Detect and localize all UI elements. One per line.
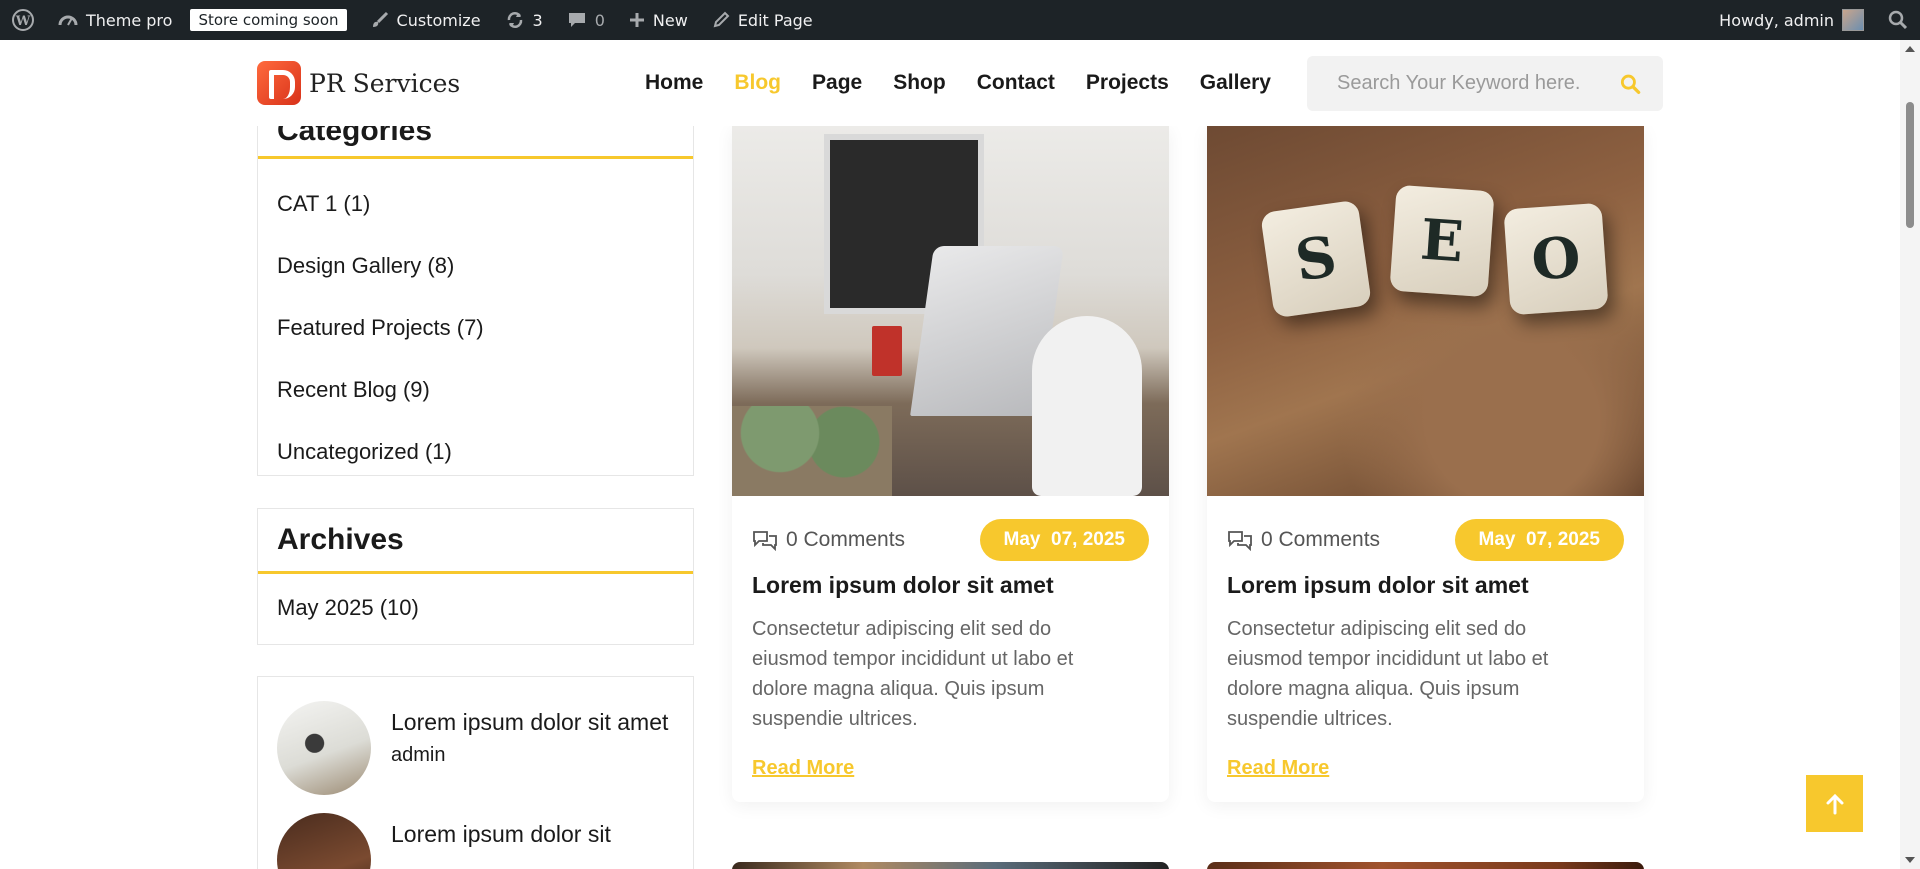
main-nav: Home Blog Page Shop Contact Projects Gal…: [645, 40, 1271, 126]
customize-label: Customize: [396, 10, 481, 30]
scrabble-tile: E: [1389, 184, 1495, 298]
chair-shape: [1032, 316, 1142, 496]
nav-home[interactable]: Home: [645, 71, 703, 95]
search-input[interactable]: [1337, 72, 1621, 95]
updates-count: 3: [532, 10, 543, 30]
updates-icon: [507, 12, 522, 28]
comments-icon: [753, 531, 777, 551]
comments-icon: [1228, 531, 1252, 551]
post-title[interactable]: Lorem ipsum dolor sit amet: [1227, 572, 1529, 599]
logo-mark-icon: [257, 61, 301, 105]
greeting-label: Howdy, admin: [1719, 10, 1834, 30]
category-link[interactable]: Featured Projects (7): [277, 297, 674, 359]
blog-post-card: 0 Comments May 07, 2025 Lorem ipsum dolo…: [732, 126, 1169, 802]
search-box: [1307, 56, 1663, 111]
categories-list: CAT 1 (1) Design Gallery (8) Featured Pr…: [258, 159, 693, 483]
scroll-up-arrow-icon[interactable]: [1905, 46, 1915, 52]
blog-post-card: S E O 0 Comments May 07, 2025 Lorem ipsu…: [1207, 126, 1644, 802]
category-link[interactable]: CAT 1 (1): [277, 173, 674, 235]
recent-post-thumbnail[interactable]: [277, 701, 371, 795]
post-image-peek[interactable]: [732, 862, 1169, 869]
archives-list: May 2025 (10): [258, 574, 693, 641]
site-header: PR Services Home Blog Page Shop Contact …: [0, 40, 1900, 126]
comment-bubble-icon: [568, 13, 585, 27]
read-more-link[interactable]: Read More: [1227, 757, 1329, 780]
post-image[interactable]: S E O: [1207, 126, 1644, 496]
site-name-label: Theme pro: [86, 10, 173, 30]
recent-post-author: admin: [391, 744, 446, 766]
nav-page[interactable]: Page: [812, 71, 862, 95]
post-comments[interactable]: 0 Comments: [1227, 528, 1380, 552]
pencil-icon: [713, 11, 730, 28]
back-to-top-button[interactable]: [1806, 775, 1863, 832]
category-link[interactable]: Uncategorized (1): [277, 421, 674, 483]
recent-post-item[interactable]: Lorem ipsum dolor sit amet admin: [258, 677, 693, 795]
recent-posts-widget: Lorem ipsum dolor sit amet admin Lorem i…: [257, 676, 694, 869]
recent-post-thumbnail[interactable]: [277, 813, 371, 869]
scrabble-tile: O: [1503, 202, 1609, 316]
post-date-badge: May 07, 2025: [1454, 519, 1624, 561]
new-label: New: [652, 10, 688, 30]
plant-shape: [732, 406, 892, 496]
brush-icon: [372, 11, 388, 27]
wordpress-logo-icon[interactable]: W: [0, 0, 46, 40]
arrow-up-icon: [1826, 793, 1843, 814]
site-name-menu[interactable]: Theme pro Store coming soon: [46, 0, 359, 40]
comments-link[interactable]: 0: [555, 0, 617, 40]
nav-shop[interactable]: Shop: [893, 71, 946, 95]
admin-search-button[interactable]: [1876, 0, 1920, 40]
post-date-badge: May 07, 2025: [979, 519, 1149, 561]
post-excerpt: Consectetur adipiscing elit sed do eiusm…: [1227, 618, 1549, 730]
search-icon[interactable]: [1620, 73, 1641, 95]
nav-contact[interactable]: Contact: [977, 71, 1055, 95]
read-more-link[interactable]: Read More: [752, 757, 854, 780]
svg-text:W: W: [15, 14, 31, 29]
site-logo[interactable]: PR Services: [257, 61, 460, 105]
plus-icon: [629, 13, 644, 27]
recent-post-item[interactable]: Lorem ipsum dolor sit: [258, 795, 693, 869]
edit-page-label: Edit Page: [737, 10, 813, 30]
updates-link[interactable]: 3: [493, 0, 555, 40]
logo-text: PR Services: [309, 68, 461, 98]
archive-link[interactable]: May 2025 (10): [277, 574, 674, 641]
post-meta: 0 Comments May 07, 2025: [752, 519, 1149, 561]
comments-count: 0 Comments: [1261, 528, 1381, 551]
mug-shape: [872, 326, 902, 376]
scroll-down-arrow-icon[interactable]: [1905, 857, 1915, 863]
edit-page-link[interactable]: Edit Page: [700, 0, 825, 40]
comments-count: 0: [594, 10, 605, 30]
store-status-badge[interactable]: Store coming soon: [190, 9, 347, 31]
post-image[interactable]: [732, 126, 1169, 496]
recent-post-title[interactable]: Lorem ipsum dolor sit amet: [391, 701, 668, 744]
nav-gallery[interactable]: Gallery: [1200, 71, 1271, 95]
scrabble-tile: S: [1260, 199, 1372, 319]
archives-widget: Archives May 2025 (10): [257, 508, 694, 645]
category-link[interactable]: Recent Blog (9): [277, 359, 674, 421]
post-excerpt: Consectetur adipiscing elit sed do eiusm…: [752, 618, 1074, 730]
search-icon: [1888, 10, 1908, 30]
account-menu[interactable]: Howdy, admin: [1707, 0, 1876, 40]
archives-title: Archives: [277, 523, 404, 556]
post-comments[interactable]: 0 Comments: [752, 528, 905, 552]
customize-link[interactable]: Customize: [359, 0, 493, 40]
new-content-link[interactable]: New: [617, 0, 700, 40]
dashboard-icon: [58, 15, 78, 26]
categories-widget: Categories CAT 1 (1) Design Gallery (8) …: [257, 96, 694, 476]
admin-bar: W Theme pro Store coming soon Customize …: [0, 0, 1920, 40]
avatar: [1842, 9, 1864, 31]
post-title[interactable]: Lorem ipsum dolor sit amet: [752, 572, 1054, 599]
category-link[interactable]: Design Gallery (8): [277, 235, 674, 297]
nav-blog[interactable]: Blog: [734, 71, 781, 95]
post-image-peek[interactable]: [1207, 862, 1644, 869]
post-meta: 0 Comments May 07, 2025: [1227, 519, 1624, 561]
page-scrollbar[interactable]: [1900, 40, 1920, 869]
scrollbar-thumb[interactable]: [1906, 102, 1914, 228]
comments-count: 0 Comments: [786, 528, 906, 551]
recent-post-title[interactable]: Lorem ipsum dolor sit: [391, 813, 611, 856]
nav-projects[interactable]: Projects: [1086, 71, 1169, 95]
